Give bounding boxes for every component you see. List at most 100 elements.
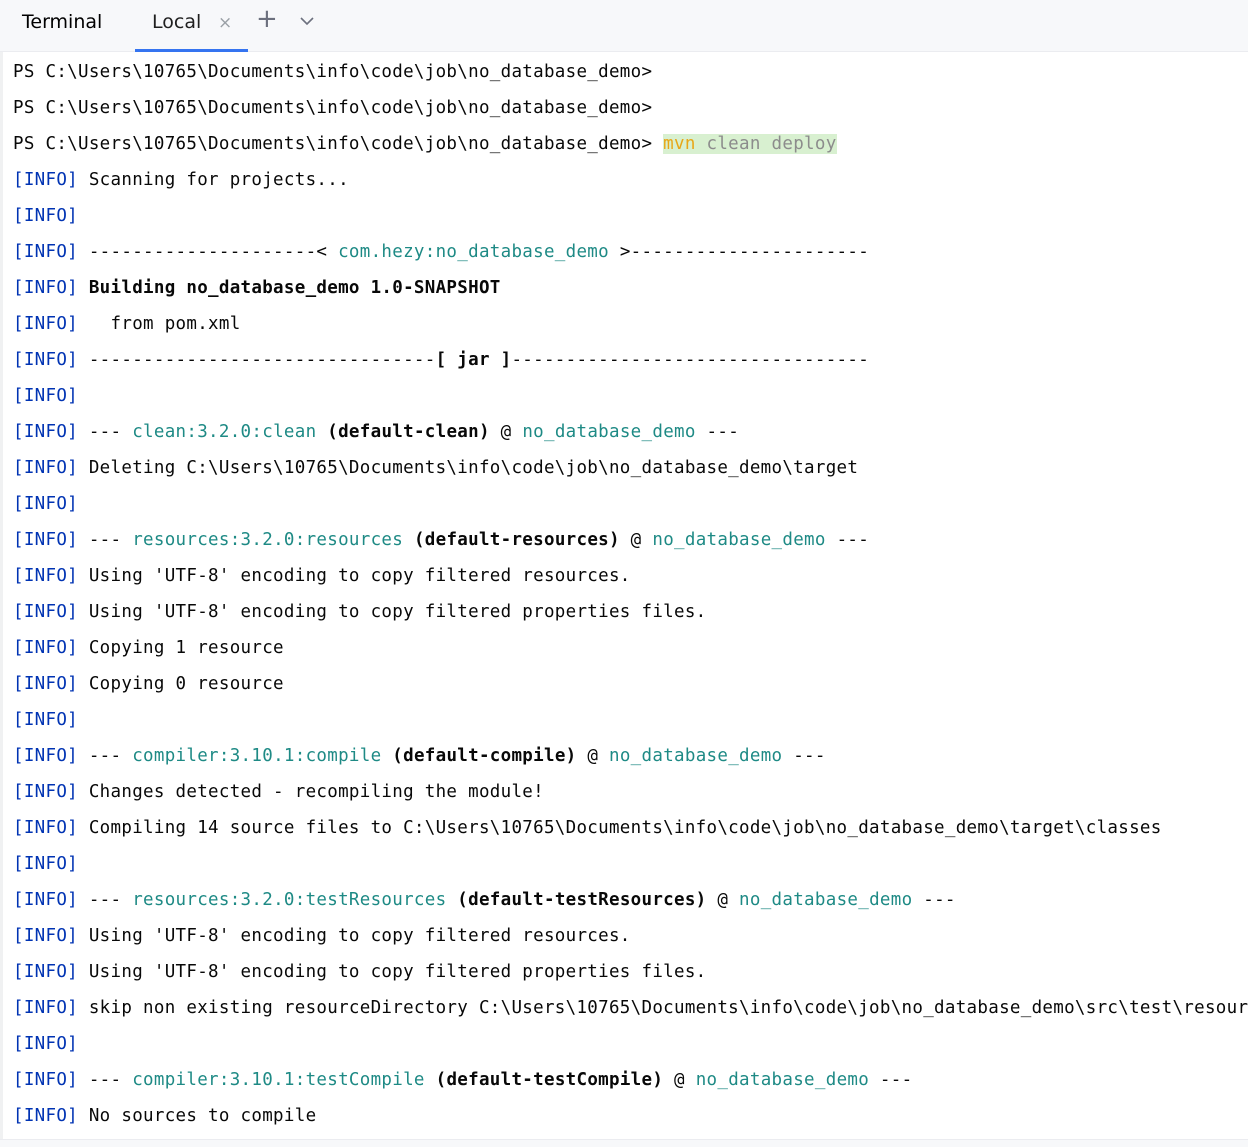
terminal-line: [INFO] <box>13 384 78 408</box>
log-text: @ <box>619 530 653 550</box>
plugin-goal: compiler:3.10.1:testCompile <box>132 1070 425 1090</box>
prompt: PS C:\Users\10765\Documents\info\code\jo… <box>13 134 664 154</box>
info-tag: [INFO] <box>13 710 79 730</box>
terminal-line: [INFO] Compiling 14 source files to C:\U… <box>13 816 1162 840</box>
terminal-line: [INFO] --- resources:3.2.0:testResources… <box>13 888 956 912</box>
terminal-line: PS C:\Users\10765\Documents\info\code\jo… <box>13 96 652 120</box>
info-tag: [INFO] <box>13 458 79 478</box>
terminal-line: [INFO] <box>13 852 78 876</box>
info-tag: [INFO] <box>13 566 79 586</box>
terminal-tabbar: Terminal Local × + <box>0 0 1248 52</box>
terminal-line: [INFO] from pom.xml <box>13 312 241 336</box>
info-tag: [INFO] <box>13 530 79 550</box>
log-text: @ <box>706 890 740 910</box>
terminal-line: [INFO] Building no_database_demo 1.0-SNA… <box>13 276 501 300</box>
info-tag: [INFO] <box>13 206 79 226</box>
execution-id: (default-compile) <box>392 746 577 766</box>
info-tag: [INFO] <box>13 494 79 514</box>
log-text: --- <box>869 1070 913 1090</box>
terminal-line: [INFO] Deleting C:\Users\10765\Documents… <box>13 456 858 480</box>
terminal-line: [INFO] <box>13 204 78 228</box>
close-icon[interactable]: × <box>218 13 232 33</box>
project-name: no_database_demo <box>695 1070 870 1090</box>
artifact-id: com.hezy:no_database_demo <box>338 242 609 262</box>
info-tag: [INFO] <box>13 386 79 406</box>
info-tag: [INFO] <box>13 1070 79 1090</box>
info-tag: [INFO] <box>13 422 79 442</box>
log-text: skip non existing resourceDirectory C:\U… <box>78 998 1248 1018</box>
info-tag: [INFO] <box>13 998 79 1018</box>
plugin-goal: resources:3.2.0:resources <box>132 530 404 550</box>
command-args: clean deploy <box>695 134 837 154</box>
add-icon[interactable]: + <box>256 6 278 32</box>
log-text: Using 'UTF-8' encoding to copy filtered … <box>78 962 707 982</box>
terminal-line: PS C:\Users\10765\Documents\info\code\jo… <box>13 60 652 84</box>
execution-id: (default-testResources) <box>457 890 707 910</box>
info-tag: [INFO] <box>13 926 79 946</box>
info-tag: [INFO] <box>13 602 79 622</box>
terminal-line: [INFO] --- compiler:3.10.1:compile (defa… <box>13 744 826 768</box>
terminal-line: [INFO] --- compiler:3.10.1:testCompile (… <box>13 1068 912 1092</box>
info-tag: [INFO] <box>13 350 79 370</box>
info-tag: [INFO] <box>13 278 79 298</box>
log-text: --- <box>912 890 956 910</box>
plugin-goal: resources:3.2.0:testResources <box>132 890 447 910</box>
terminal-line: [INFO] Copying 1 resource <box>13 636 284 660</box>
execution-id: (default-resources) <box>413 530 620 550</box>
log-text: --- <box>78 422 133 442</box>
terminal-line: [INFO] --- resources:3.2.0:resources (de… <box>13 528 869 552</box>
terminal-line: [INFO] --- clean:3.2.0:clean (default-cl… <box>13 420 739 444</box>
tool-window-title: Terminal <box>22 11 103 33</box>
terminal-line: [INFO] Scanning for projects... <box>13 168 349 192</box>
info-tag: [INFO] <box>13 1106 79 1126</box>
terminal-line: PS C:\Users\10765\Documents\info\code\jo… <box>13 132 837 156</box>
log-text: Copying 1 resource <box>78 638 284 658</box>
log-text: --- <box>782 746 826 766</box>
terminal-line: [INFO] --------------------------------[… <box>13 348 869 372</box>
log-text: --------------------------------- <box>511 350 870 370</box>
project-name: no_database_demo <box>739 890 913 910</box>
building-text: Building no_database_demo 1.0-SNAPSHOT <box>78 278 501 298</box>
log-text: --- <box>695 422 740 442</box>
log-text: Using 'UTF-8' encoding to copy filtered … <box>78 602 707 622</box>
log-text: --- <box>825 530 870 550</box>
info-tag: [INFO] <box>13 962 79 982</box>
info-tag: [INFO] <box>13 242 79 262</box>
tab-local[interactable]: Local × <box>135 0 248 52</box>
log-text: Copying 0 resource <box>78 674 284 694</box>
terminal-line: [INFO] Using 'UTF-8' encoding to copy fi… <box>13 564 631 588</box>
terminal-line: [INFO] No sources to compile <box>13 1104 316 1128</box>
terminal-line: [INFO] Copying 0 resource <box>13 672 284 696</box>
info-tag: [INFO] <box>13 782 79 802</box>
log-text: -------------------------------- <box>78 350 436 370</box>
terminal-line: [INFO] skip non existing resourceDirecto… <box>13 996 1248 1020</box>
execution-id: (default-testCompile) <box>435 1070 664 1090</box>
log-text: @ <box>663 1070 696 1090</box>
chevron-down-icon[interactable] <box>298 12 316 30</box>
log-text: @ <box>576 746 610 766</box>
log-text: Scanning for projects... <box>78 170 349 190</box>
terminal-line: [INFO] Using 'UTF-8' encoding to copy fi… <box>13 924 631 948</box>
info-tag: [INFO] <box>13 170 79 190</box>
log-text: >---------------------- <box>608 242 870 262</box>
terminal-line: [INFO] <box>13 1032 78 1056</box>
plugin-goal: compiler:3.10.1:compile <box>132 746 382 766</box>
packaging-type: [ jar ] <box>435 350 512 370</box>
terminal-bottom-edge <box>0 1139 1248 1147</box>
info-tag: [INFO] <box>13 746 79 766</box>
terminal-line: [INFO] Changes detected - recompiling th… <box>13 780 544 804</box>
project-name: no_database_demo <box>652 530 826 550</box>
info-tag: [INFO] <box>13 818 79 838</box>
log-text: Changes detected - recompiling the modul… <box>78 782 544 802</box>
prompt: PS C:\Users\10765\Documents\info\code\jo… <box>13 62 653 82</box>
info-tag: [INFO] <box>13 854 79 874</box>
info-tag: [INFO] <box>13 314 79 334</box>
terminal-output[interactable]: PS C:\Users\10765\Documents\info\code\jo… <box>0 52 1248 1139</box>
log-text: --- <box>78 530 133 550</box>
terminal-line: [INFO] Using 'UTF-8' encoding to copy fi… <box>13 960 707 984</box>
log-text: ---------------------< <box>78 242 339 262</box>
command-input: mvn clean deploy <box>663 134 837 154</box>
